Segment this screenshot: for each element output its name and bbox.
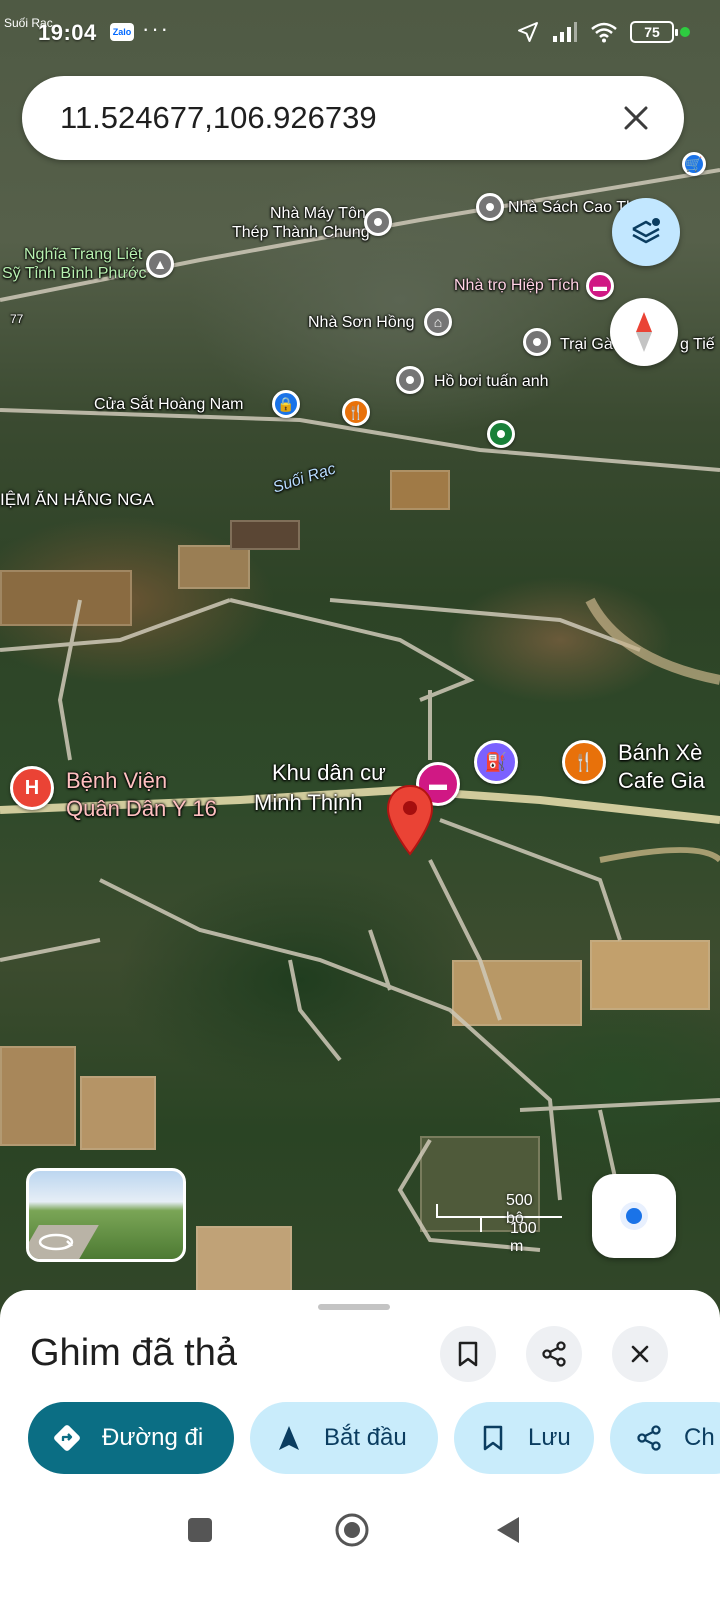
close-icon <box>624 106 648 130</box>
search-bar[interactable]: 11.524677,106.926739 <box>22 76 684 160</box>
map-label[interactable]: Bệnh Viện <box>66 768 167 794</box>
close-icon <box>631 1345 649 1363</box>
save-icon-button[interactable] <box>440 1326 496 1382</box>
gas-station-icon: ⛽ <box>484 752 508 772</box>
start-chip-label: Bắt đầu <box>324 1424 407 1451</box>
map-label[interactable]: Nhà trọ Hiệp Tích <box>454 277 579 295</box>
more-notifications-icon: ··· <box>142 16 170 41</box>
share-icon <box>542 1341 566 1367</box>
map-label[interactable]: Quân Dân Y 16 <box>66 796 217 822</box>
bookmark-icon <box>478 1423 508 1453</box>
drag-handle[interactable] <box>318 1304 390 1310</box>
square-icon <box>188 1518 212 1542</box>
restaurant-pin[interactable]: 🍴 <box>342 398 370 426</box>
location-arrow-icon <box>518 22 538 42</box>
map-label[interactable]: Nhà Sơn Hồng <box>308 314 415 332</box>
compass-button[interactable] <box>610 298 678 366</box>
map-label[interactable]: Cafe Gia <box>618 768 705 794</box>
directions-chip-label: Đường đi <box>102 1424 204 1451</box>
my-location-icon <box>620 1202 648 1230</box>
store-icon: ⌂ <box>433 314 443 330</box>
dropped-pin-marker[interactable] <box>386 784 434 856</box>
directions-icon <box>52 1423 82 1453</box>
search-input[interactable]: 11.524677,106.926739 <box>60 100 377 136</box>
hospital-pin[interactable]: H <box>10 766 54 810</box>
map-label[interactable]: Nghĩa Trang Liệt <box>24 246 142 264</box>
back-triangle-icon <box>497 1517 519 1543</box>
privacy-indicator-dot <box>680 27 690 37</box>
rotate-360-icon <box>38 1233 74 1251</box>
signal-icon <box>553 22 577 42</box>
map-label[interactable]: Nhà Máy Tôn <box>270 205 366 223</box>
system-navigation-bar <box>0 1490 720 1600</box>
place-pin[interactable] <box>364 208 392 236</box>
zalo-notification-icon: Zalo <box>110 23 134 41</box>
clear-search-button[interactable] <box>610 92 662 144</box>
map-label[interactable]: Khu dân cư <box>272 760 386 786</box>
scale-line <box>436 1204 562 1218</box>
map-label[interactable]: Minh Thịnh <box>254 790 362 816</box>
status-bar: Suối Rạc 19:04 Zalo ··· 75 <box>0 0 720 64</box>
place-pin[interactable] <box>396 366 424 394</box>
navigation-arrow-icon <box>274 1423 304 1453</box>
gas-station-pin[interactable]: ⛽ <box>474 740 518 784</box>
map-label[interactable]: Hồ bơi tuấn anh <box>434 373 549 391</box>
shopping-pin[interactable]: 🛒 <box>682 152 706 176</box>
lock-icon: 🔒 <box>277 396 295 412</box>
compass-icon <box>636 312 652 352</box>
action-chips: Đường đi Bắt đầu Lưu Ch <box>28 1402 720 1476</box>
road-number-label: 77 <box>10 312 24 326</box>
map-label[interactable]: Bánh Xè <box>618 740 702 766</box>
battery-indicator: 75 <box>630 21 678 43</box>
home-circle-icon <box>335 1513 369 1547</box>
street-view-thumbnail[interactable] <box>26 1168 186 1262</box>
map-label[interactable]: Trại Gà <box>560 336 613 354</box>
save-chip[interactable]: Lưu <box>454 1402 594 1474</box>
share-icon-button[interactable] <box>526 1326 582 1382</box>
share-icon <box>634 1423 664 1453</box>
bookmark-icon <box>458 1341 478 1367</box>
place-pin[interactable] <box>476 193 504 221</box>
bed-icon: ▬ <box>593 278 607 294</box>
lodging-pin[interactable]: ▬ <box>586 272 614 300</box>
map-label[interactable]: g Tiế <box>680 336 715 354</box>
shop-pin[interactable]: 🔒 <box>272 390 300 418</box>
status-icons: 75 <box>516 20 678 44</box>
place-pin[interactable] <box>523 328 551 356</box>
place-title: Ghim đã thả <box>30 1332 237 1374</box>
monument-pin[interactable]: ▲ <box>146 250 174 278</box>
save-chip-label: Lưu <box>528 1424 571 1451</box>
map-label[interactable]: IỆM ĂN HẰNG NGA <box>0 490 154 510</box>
map-label[interactable]: Cửa Sắt Hoàng Nam <box>94 396 243 414</box>
back-button[interactable] <box>488 1510 528 1550</box>
home-button[interactable] <box>332 1510 372 1550</box>
recent-apps-button[interactable] <box>180 1510 220 1550</box>
hospital-icon: H <box>24 777 40 799</box>
scale-line <box>436 1218 482 1232</box>
wifi-icon <box>591 22 617 43</box>
store-pin[interactable]: ⌂ <box>424 308 452 336</box>
start-chip[interactable]: Bắt đầu <box>250 1402 438 1474</box>
scale-metric-label: 100 m <box>510 1220 537 1255</box>
layers-icon <box>632 218 660 244</box>
directions-chip[interactable]: Đường đi <box>28 1402 234 1474</box>
place-pin[interactable] <box>487 420 515 448</box>
layers-button[interactable] <box>612 198 680 266</box>
map-label[interactable]: Thép Thành Chung <box>232 224 370 242</box>
share-chip-label: Ch <box>684 1424 715 1451</box>
restaurant-pin[interactable]: 🍴 <box>562 740 606 784</box>
my-location-button[interactable] <box>592 1174 676 1258</box>
map-label[interactable]: Sỹ Tỉnh Bình Phước <box>2 265 147 283</box>
fork-knife-icon: 🍴 <box>572 752 596 772</box>
fork-knife-icon: 🍴 <box>347 404 365 420</box>
cart-icon: 🛒 <box>685 156 703 172</box>
monument-icon: ▲ <box>153 256 167 272</box>
close-sheet-button[interactable] <box>612 1326 668 1382</box>
share-chip[interactable]: Ch <box>610 1402 720 1474</box>
status-time: 19:04 <box>38 20 97 45</box>
